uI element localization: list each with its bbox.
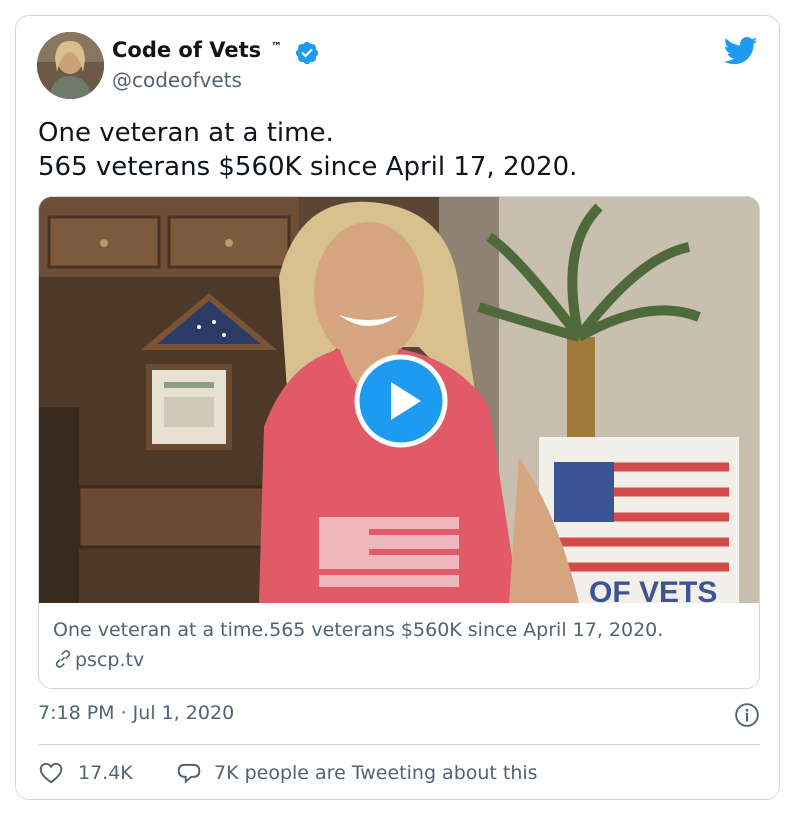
tweet-embed-card: Code of Vets ™ @codeofvets One veteran a… (15, 15, 780, 800)
conversation-link[interactable]: 7K people are Tweeting about this (176, 759, 538, 787)
like-button[interactable]: 17.4K (38, 759, 133, 787)
avatar[interactable] (37, 32, 104, 99)
card-domain-text: pscp.tv (75, 649, 145, 671)
card-domain[interactable]: pscp.tv (53, 649, 144, 671)
play-icon[interactable] (354, 354, 448, 448)
tweet-timestamp[interactable]: 7:18 PM · Jul 1, 2020 (38, 702, 234, 724)
trademark-symbol: ™ (271, 40, 282, 53)
twitter-bird-icon[interactable] (724, 36, 758, 66)
like-count: 17.4K (78, 762, 133, 784)
tweet-text-line-1: One veteran at a time. (38, 118, 334, 148)
heart-icon (39, 762, 63, 784)
author-handle[interactable]: @codeofvets (112, 68, 242, 92)
divider (38, 744, 760, 745)
tweet-text: One veteran at a time. 565 veterans $560… (38, 116, 758, 184)
tweet-text-line-2: 565 veterans $560K since April 17, 2020. (38, 152, 578, 182)
info-icon[interactable] (734, 702, 760, 728)
media-link-card[interactable]: OF VETS One veteran at a time.565 vetera… (38, 196, 760, 689)
link-icon (55, 650, 71, 668)
avatar-image (37, 32, 104, 99)
card-title[interactable]: One veteran at a time.565 veterans $560K… (53, 619, 663, 641)
conversation-text: 7K people are Tweeting about this (214, 762, 538, 784)
author-name[interactable]: Code of Vets (112, 38, 261, 62)
reply-bubble-icon (177, 763, 201, 784)
svg-text:OF VETS: OF VETS (589, 576, 717, 603)
verified-badge-icon (295, 41, 319, 65)
